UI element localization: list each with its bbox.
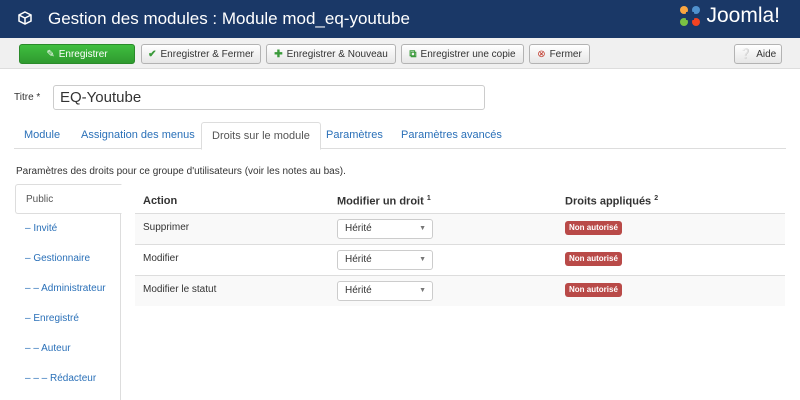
permission-select[interactable]: Hérité ▼ [337,219,433,239]
permissions-description: Paramètres des droits pour ce groupe d'u… [16,166,346,177]
joomla-logo: Joomla! [678,4,780,28]
save-button[interactable]: ✎ Enregistrer [19,44,135,64]
column-header-modify: Modifier un droit 1 [337,195,431,208]
tab-advanced-options[interactable]: Paramètres avancés [391,122,512,149]
column-header-applied: Droits appliqués 2 [565,195,659,208]
group-item-public[interactable]: Public [15,184,122,214]
close-button[interactable]: ⊗ Fermer [529,44,590,64]
joomla-logo-icon [680,6,701,26]
tab-module[interactable]: Module [14,122,70,149]
save-new-button[interactable]: ✚ Enregistrer & Nouveau [266,44,396,64]
check-icon: ✔ [148,48,157,60]
group-sidebar: Public – Invité – Gestionnaire – – Admin… [15,184,122,400]
title-label: Titre * [14,92,41,103]
toolbar: ✎ Enregistrer ✔ Enregistrer & Fermer ✚ E… [0,38,800,69]
group-item-guest[interactable]: – Invité [15,214,121,244]
action-name: Modifier [143,253,179,264]
group-item-manager[interactable]: – Gestionnaire [15,244,121,274]
save-new-label: Enregistrer & Nouveau [286,48,388,60]
select-arrow-icon: ▼ [419,287,426,294]
save-copy-button[interactable]: ⧉ Enregistrer une copie [401,44,524,64]
group-item-administrator[interactable]: – – Administrateur [15,274,121,304]
save-button-label: Enregistrer [58,48,108,60]
tab-options[interactable]: Paramètres [316,122,393,149]
action-name: Modifier le statut [143,284,217,295]
save-close-button[interactable]: ✔ Enregistrer & Fermer [141,44,261,64]
table-row: Modifier Hérité ▼ Non autorisé [135,244,785,275]
tab-menu-assignment[interactable]: Assignation des menus [71,122,205,149]
help-button[interactable]: ❔ Aide [734,44,782,64]
status-badge: Non autorisé [565,252,622,266]
copy-icon: ⧉ [409,48,417,60]
close-icon: ⊗ [537,48,546,60]
group-item-author[interactable]: – – Auteur [15,334,121,364]
status-badge: Non autorisé [565,221,622,235]
title-input[interactable] [53,85,485,110]
close-label: Fermer [549,48,582,60]
plus-icon: ✚ [274,48,283,60]
action-name: Supprimer [143,222,190,233]
save-icon: ✎ [46,48,55,60]
tab-bar: Module Assignation des menus Droits sur … [14,122,786,150]
page-title: Gestion des modules : Module mod_eq-yout… [48,9,410,28]
tab-permissions[interactable]: Droits sur le module [201,122,321,150]
status-badge: Non autorisé [565,283,622,297]
joomla-logo-text: Joomla! [706,4,780,27]
cube-icon [18,11,32,28]
permission-select[interactable]: Hérité ▼ [337,250,433,270]
table-row: Supprimer Hérité ▼ Non autorisé [135,213,785,244]
column-header-action: Action [143,195,178,207]
table-row: Modifier le statut Hérité ▼ Non autorisé [135,275,785,306]
select-arrow-icon: ▼ [419,256,426,263]
group-item-registered[interactable]: – Enregistré [15,304,121,334]
help-icon: ❔ [739,48,753,60]
group-item-editor[interactable]: – – – Rédacteur [15,364,121,394]
save-close-label: Enregistrer & Fermer [160,48,254,60]
permission-select[interactable]: Hérité ▼ [337,281,433,301]
header-bar: Gestion des modules : Module mod_eq-yout… [0,0,800,38]
save-copy-label: Enregistrer une copie [420,48,516,60]
help-label: Aide [756,48,777,60]
select-arrow-icon: ▼ [419,225,426,232]
